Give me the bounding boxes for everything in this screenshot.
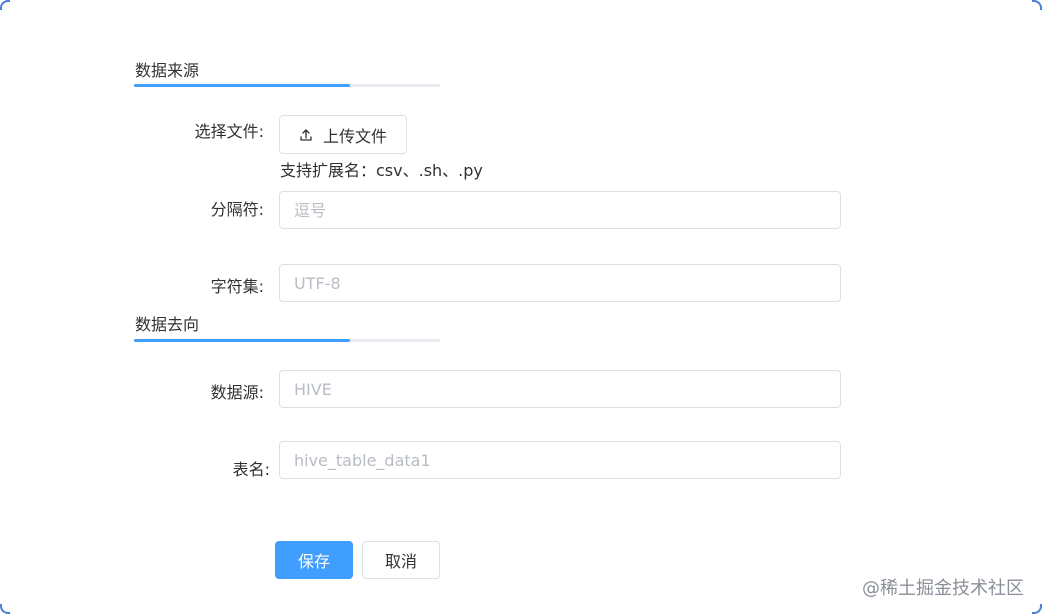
section-divider-source (134, 84, 440, 87)
save-button[interactable]: 保存 (275, 541, 353, 579)
section-title-source: 数据来源 (135, 61, 200, 80)
table-name-label: 表名: (232, 460, 270, 479)
form-page: 数据来源 选择文件: 上传文件 支持扩展名：csv、.sh、.py 分隔符: 字… (0, 0, 1042, 614)
upload-icon (300, 128, 312, 141)
upload-file-button[interactable]: 上传文件 (279, 115, 407, 154)
upload-hint: 支持扩展名：csv、.sh、.py (280, 161, 483, 180)
frame-corner (0, 604, 10, 614)
delimiter-label: 分隔符: (210, 200, 264, 219)
upload-button-label: 上传文件 (322, 126, 387, 146)
cancel-button[interactable]: 取消 (362, 541, 440, 579)
table-name-input[interactable] (279, 441, 841, 479)
frame-corner (1032, 0, 1042, 10)
charset-input[interactable] (279, 264, 841, 302)
charset-label: 字符集: (210, 277, 264, 296)
datasource-input[interactable] (279, 370, 841, 408)
frame-corner (1032, 604, 1042, 614)
section-title-target: 数据去向 (135, 315, 200, 334)
section-divider-target (134, 339, 440, 342)
file-label: 选择文件: (194, 122, 264, 141)
frame-corner (0, 0, 10, 10)
datasource-label: 数据源: (210, 383, 264, 402)
watermark: @稀土掘金技术社区 (862, 578, 1024, 599)
delimiter-input[interactable] (279, 191, 841, 229)
